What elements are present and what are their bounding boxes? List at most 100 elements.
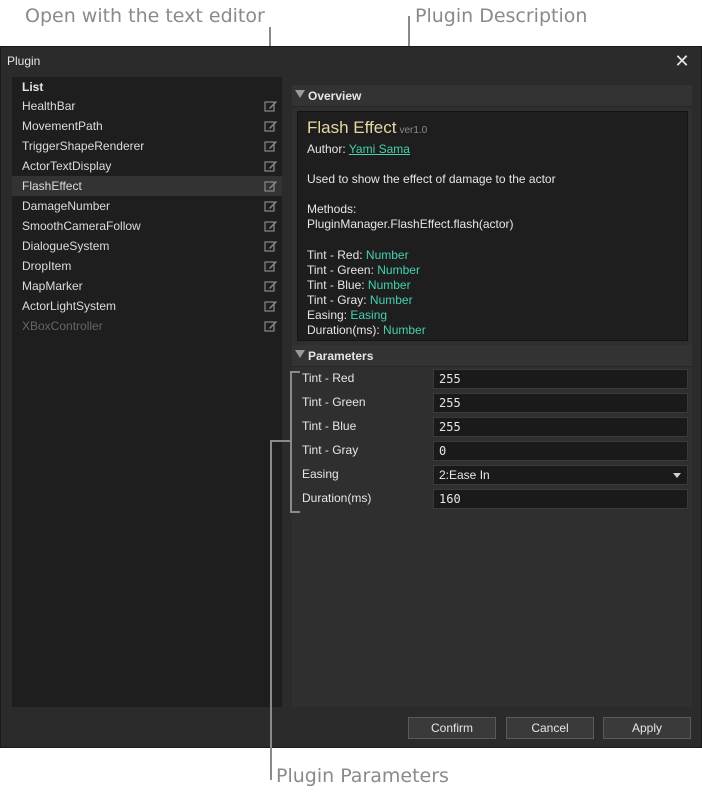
- list-header: List: [22, 80, 44, 94]
- parameter-input[interactable]: 255: [433, 417, 688, 437]
- easing-select-value: 2:Ease In: [439, 468, 490, 482]
- param-type-line: Duration(ms): Number: [307, 323, 426, 337]
- parameter-label: Tint - Green: [302, 395, 366, 409]
- parameters-header[interactable]: Parameters: [292, 345, 692, 367]
- parameter-input[interactable]: 160: [433, 489, 688, 509]
- plugin-list-item-label: MovementPath: [22, 119, 103, 133]
- parameter-input[interactable]: 255: [433, 369, 688, 389]
- param-type-line: Easing: Easing: [307, 308, 387, 322]
- parameter-label: Tint - Red: [302, 371, 355, 385]
- edit-icon[interactable]: [264, 299, 278, 313]
- param-type-name: Tint - Blue:: [307, 278, 365, 292]
- overview-header-label: Overview: [308, 89, 362, 103]
- parameter-label: Duration(ms): [302, 491, 372, 505]
- plugin-list-item-label: DialogueSystem: [22, 239, 110, 253]
- param-type-value: Number: [365, 248, 409, 262]
- plugin-list-item-label: DamageNumber: [22, 199, 111, 213]
- list-item[interactable]: SmoothCameraFollow: [12, 216, 282, 236]
- list-item[interactable]: DialogueSystem: [12, 236, 282, 256]
- param-type-value: Number: [367, 278, 411, 292]
- list-item[interactable]: HealthBar: [12, 96, 282, 116]
- cancel-button[interactable]: Cancel: [506, 717, 594, 739]
- plugin-description: Flash Effect ver1.0 Author: Yami Sama Use…: [297, 111, 688, 341]
- param-type-line: Tint - Blue: Number: [307, 278, 411, 292]
- list-item[interactable]: ActorTextDisplay: [12, 156, 282, 176]
- close-icon[interactable]: ✕: [671, 50, 693, 72]
- callout-line-params-h: [270, 440, 291, 442]
- collapse-triangle-icon: [295, 90, 305, 98]
- list-item[interactable]: DropItem: [12, 256, 282, 276]
- callout-bracket-params-top: [290, 371, 300, 373]
- plugin-version: ver1.0: [399, 125, 428, 136]
- easing-select[interactable]: 2:Ease In: [433, 465, 688, 485]
- callout-plugin-parameters: Plugin Parameters: [276, 765, 449, 787]
- param-type-line: Tint - Red: Number: [307, 248, 409, 262]
- parameter-row: Duration(ms) 160: [292, 487, 692, 509]
- parameter-label: Tint - Gray: [302, 443, 359, 457]
- author-label: Author:: [307, 142, 349, 156]
- plugin-list-item-label: MapMarker: [22, 279, 83, 293]
- parameter-row: Tint - Gray 0: [292, 439, 692, 461]
- edit-icon[interactable]: [264, 219, 278, 233]
- list-item[interactable]: MapMarker: [12, 276, 282, 296]
- list-item[interactable]: TriggerShapeRenderer: [12, 136, 282, 156]
- methods-value: PluginManager.FlashEffect.flash(actor): [307, 217, 514, 231]
- parameter-label: Easing: [302, 467, 339, 481]
- callout-bracket-params: [290, 371, 292, 513]
- confirm-button[interactable]: Confirm: [408, 717, 496, 739]
- param-type-name: Tint - Green:: [307, 263, 374, 277]
- edit-icon[interactable]: [264, 199, 278, 213]
- param-type-name: Tint - Red:: [307, 248, 363, 262]
- author-link[interactable]: Yami Sama: [349, 142, 410, 156]
- plugin-list-item-label: ActorLightSystem: [22, 299, 117, 313]
- plugin-title-line: Flash Effect ver1.0: [307, 118, 427, 138]
- chevron-down-icon: [673, 473, 681, 478]
- plugin-list-item-label: XBoxController: [22, 319, 103, 333]
- param-type-value: Easing: [350, 308, 388, 322]
- parameter-row: Easing 2:Ease In: [292, 463, 692, 485]
- plugin-list-item-label: FlashEffect: [22, 179, 82, 193]
- edit-icon[interactable]: [264, 159, 278, 173]
- details-panel: Overview Flash Effect ver1.0 Author: Yami…: [292, 85, 692, 707]
- param-type-line: Tint - Gray: Number: [307, 293, 413, 307]
- callout-line-params-v: [270, 440, 272, 780]
- overview-header[interactable]: Overview: [292, 85, 692, 107]
- plugin-window: Plugin ✕ List HealthBar MovementPath Trigg…: [0, 46, 702, 748]
- param-type-name: Easing:: [307, 308, 348, 322]
- plugin-list-item-label: SmoothCameraFollow: [22, 219, 141, 233]
- edit-icon[interactable]: [264, 319, 278, 333]
- edit-icon[interactable]: [264, 239, 278, 253]
- param-type-value: Number: [377, 263, 420, 277]
- edit-icon[interactable]: [264, 119, 278, 133]
- parameter-input[interactable]: 255: [433, 393, 688, 413]
- parameter-row: Tint - Blue 255: [292, 415, 692, 437]
- edit-icon[interactable]: [264, 139, 278, 153]
- parameter-row: Tint - Red 255: [292, 367, 692, 389]
- plugin-list-panel: List HealthBar MovementPath TriggerShapeRe…: [12, 77, 282, 707]
- callout-bracket-params-bottom: [290, 511, 300, 513]
- plugin-list-item-label: ActorTextDisplay: [22, 159, 112, 173]
- window-title: Plugin: [7, 54, 41, 68]
- collapse-triangle-icon: [295, 350, 305, 358]
- plugin-list: HealthBar MovementPath TriggerShapeRendere…: [12, 96, 282, 336]
- parameter-label: Tint - Blue: [302, 419, 357, 433]
- list-item[interactable]: ActorLightSystem: [12, 296, 282, 316]
- list-item[interactable]: FlashEffect: [12, 176, 282, 196]
- list-item[interactable]: XBoxController: [12, 316, 282, 336]
- plugin-list-item-label: HealthBar: [22, 99, 76, 113]
- list-item[interactable]: MovementPath: [12, 116, 282, 136]
- param-type-name: Tint - Gray:: [307, 293, 367, 307]
- plugin-list-item-label: TriggerShapeRenderer: [22, 139, 145, 153]
- callout-text-editor: Open with the text editor: [25, 5, 265, 27]
- plugin-list-item-label: DropItem: [22, 259, 72, 273]
- edit-icon[interactable]: [264, 179, 278, 193]
- plugin-name: Flash Effect: [307, 118, 397, 137]
- title-bar: Plugin ✕: [1, 47, 701, 75]
- list-item[interactable]: DamageNumber: [12, 196, 282, 216]
- edit-icon[interactable]: [264, 259, 278, 273]
- apply-button[interactable]: Apply: [603, 717, 691, 739]
- callout-plugin-description: Plugin Description: [415, 5, 588, 27]
- parameter-input[interactable]: 0: [433, 441, 688, 461]
- edit-icon[interactable]: [264, 279, 278, 293]
- edit-icon[interactable]: [264, 99, 278, 113]
